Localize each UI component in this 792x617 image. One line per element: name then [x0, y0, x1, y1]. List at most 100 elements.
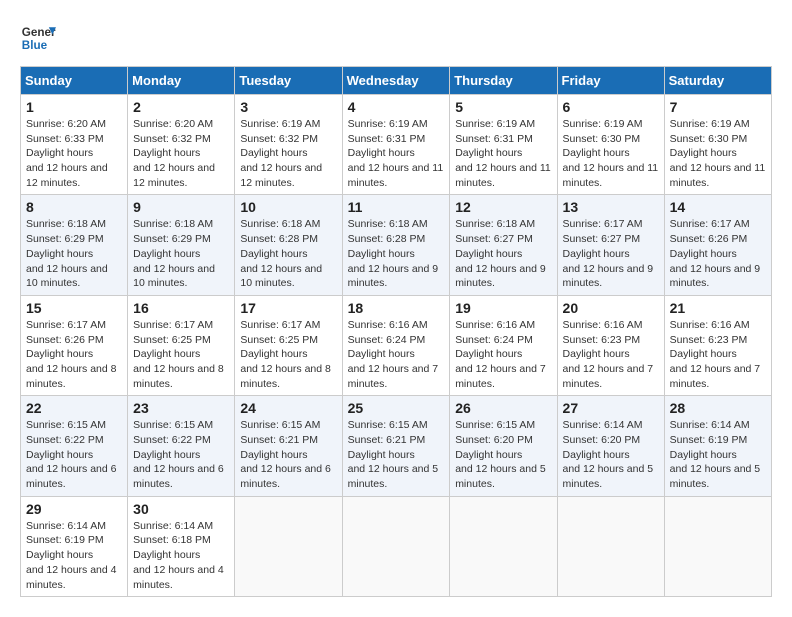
day-header: Monday [128, 67, 235, 95]
day-info: Sunrise: 6:15 AMSunset: 6:22 PMDaylight … [26, 419, 117, 490]
day-number: 30 [133, 501, 229, 517]
calendar-cell: 7 Sunrise: 6:19 AMSunset: 6:30 PMDayligh… [664, 95, 771, 195]
day-number: 3 [240, 99, 336, 115]
day-info: Sunrise: 6:18 AMSunset: 6:29 PMDaylight … [26, 218, 108, 289]
day-info: Sunrise: 6:14 AMSunset: 6:19 PMDaylight … [26, 520, 117, 591]
day-number: 10 [240, 199, 336, 215]
day-info: Sunrise: 6:18 AMSunset: 6:29 PMDaylight … [133, 218, 215, 289]
day-number: 12 [455, 199, 551, 215]
day-info: Sunrise: 6:15 AMSunset: 6:20 PMDaylight … [455, 419, 546, 490]
day-number: 19 [455, 300, 551, 316]
day-number: 25 [348, 400, 445, 416]
day-info: Sunrise: 6:15 AMSunset: 6:22 PMDaylight … [133, 419, 224, 490]
day-info: Sunrise: 6:16 AMSunset: 6:23 PMDaylight … [563, 319, 654, 390]
calendar-cell: 9 Sunrise: 6:18 AMSunset: 6:29 PMDayligh… [128, 195, 235, 295]
day-number: 20 [563, 300, 659, 316]
calendar-cell [235, 496, 342, 596]
day-info: Sunrise: 6:19 AMSunset: 6:31 PMDaylight … [455, 118, 551, 189]
day-header: Saturday [664, 67, 771, 95]
calendar-cell: 19 Sunrise: 6:16 AMSunset: 6:24 PMDaylig… [450, 295, 557, 395]
calendar-cell: 21 Sunrise: 6:16 AMSunset: 6:23 PMDaylig… [664, 295, 771, 395]
day-info: Sunrise: 6:19 AMSunset: 6:30 PMDaylight … [563, 118, 659, 189]
calendar-cell: 20 Sunrise: 6:16 AMSunset: 6:23 PMDaylig… [557, 295, 664, 395]
calendar-cell [664, 496, 771, 596]
calendar-cell: 16 Sunrise: 6:17 AMSunset: 6:25 PMDaylig… [128, 295, 235, 395]
day-number: 4 [348, 99, 445, 115]
calendar-cell: 25 Sunrise: 6:15 AMSunset: 6:21 PMDaylig… [342, 396, 450, 496]
calendar-cell: 26 Sunrise: 6:15 AMSunset: 6:20 PMDaylig… [450, 396, 557, 496]
calendar-cell: 4 Sunrise: 6:19 AMSunset: 6:31 PMDayligh… [342, 95, 450, 195]
day-header: Thursday [450, 67, 557, 95]
calendar-cell [557, 496, 664, 596]
day-info: Sunrise: 6:14 AMSunset: 6:18 PMDaylight … [133, 520, 224, 591]
day-number: 28 [670, 400, 766, 416]
calendar-cell: 14 Sunrise: 6:17 AMSunset: 6:26 PMDaylig… [664, 195, 771, 295]
calendar-cell: 30 Sunrise: 6:14 AMSunset: 6:18 PMDaylig… [128, 496, 235, 596]
day-header: Tuesday [235, 67, 342, 95]
calendar-cell: 10 Sunrise: 6:18 AMSunset: 6:28 PMDaylig… [235, 195, 342, 295]
calendar: SundayMondayTuesdayWednesdayThursdayFrid… [20, 66, 772, 597]
day-number: 16 [133, 300, 229, 316]
day-header: Sunday [21, 67, 128, 95]
day-number: 29 [26, 501, 122, 517]
day-number: 15 [26, 300, 122, 316]
logo: General Blue [20, 20, 56, 56]
logo-icon: General Blue [20, 20, 56, 56]
calendar-cell [342, 496, 450, 596]
day-number: 17 [240, 300, 336, 316]
day-header: Wednesday [342, 67, 450, 95]
day-number: 22 [26, 400, 122, 416]
day-info: Sunrise: 6:19 AMSunset: 6:30 PMDaylight … [670, 118, 766, 189]
day-number: 5 [455, 99, 551, 115]
day-number: 14 [670, 199, 766, 215]
day-info: Sunrise: 6:20 AMSunset: 6:33 PMDaylight … [26, 118, 108, 189]
svg-text:Blue: Blue [22, 39, 48, 52]
day-number: 26 [455, 400, 551, 416]
calendar-cell: 22 Sunrise: 6:15 AMSunset: 6:22 PMDaylig… [21, 396, 128, 496]
day-info: Sunrise: 6:17 AMSunset: 6:26 PMDaylight … [26, 319, 117, 390]
calendar-cell: 2 Sunrise: 6:20 AMSunset: 6:32 PMDayligh… [128, 95, 235, 195]
day-info: Sunrise: 6:18 AMSunset: 6:27 PMDaylight … [455, 218, 546, 289]
calendar-cell: 1 Sunrise: 6:20 AMSunset: 6:33 PMDayligh… [21, 95, 128, 195]
day-info: Sunrise: 6:14 AMSunset: 6:20 PMDaylight … [563, 419, 654, 490]
calendar-cell: 12 Sunrise: 6:18 AMSunset: 6:27 PMDaylig… [450, 195, 557, 295]
day-number: 23 [133, 400, 229, 416]
day-info: Sunrise: 6:16 AMSunset: 6:24 PMDaylight … [348, 319, 439, 390]
day-info: Sunrise: 6:17 AMSunset: 6:25 PMDaylight … [133, 319, 224, 390]
calendar-cell: 24 Sunrise: 6:15 AMSunset: 6:21 PMDaylig… [235, 396, 342, 496]
calendar-cell: 18 Sunrise: 6:16 AMSunset: 6:24 PMDaylig… [342, 295, 450, 395]
day-number: 21 [670, 300, 766, 316]
calendar-cell: 23 Sunrise: 6:15 AMSunset: 6:22 PMDaylig… [128, 396, 235, 496]
calendar-cell: 13 Sunrise: 6:17 AMSunset: 6:27 PMDaylig… [557, 195, 664, 295]
day-number: 2 [133, 99, 229, 115]
calendar-cell [450, 496, 557, 596]
day-number: 9 [133, 199, 229, 215]
day-number: 27 [563, 400, 659, 416]
day-info: Sunrise: 6:17 AMSunset: 6:25 PMDaylight … [240, 319, 331, 390]
calendar-cell: 29 Sunrise: 6:14 AMSunset: 6:19 PMDaylig… [21, 496, 128, 596]
calendar-cell: 8 Sunrise: 6:18 AMSunset: 6:29 PMDayligh… [21, 195, 128, 295]
day-info: Sunrise: 6:17 AMSunset: 6:26 PMDaylight … [670, 218, 761, 289]
day-info: Sunrise: 6:20 AMSunset: 6:32 PMDaylight … [133, 118, 215, 189]
calendar-cell: 28 Sunrise: 6:14 AMSunset: 6:19 PMDaylig… [664, 396, 771, 496]
day-number: 7 [670, 99, 766, 115]
day-info: Sunrise: 6:18 AMSunset: 6:28 PMDaylight … [348, 218, 439, 289]
calendar-cell: 27 Sunrise: 6:14 AMSunset: 6:20 PMDaylig… [557, 396, 664, 496]
day-number: 13 [563, 199, 659, 215]
day-info: Sunrise: 6:15 AMSunset: 6:21 PMDaylight … [240, 419, 331, 490]
calendar-cell: 3 Sunrise: 6:19 AMSunset: 6:32 PMDayligh… [235, 95, 342, 195]
day-header: Friday [557, 67, 664, 95]
day-info: Sunrise: 6:19 AMSunset: 6:32 PMDaylight … [240, 118, 322, 189]
day-info: Sunrise: 6:18 AMSunset: 6:28 PMDaylight … [240, 218, 322, 289]
day-info: Sunrise: 6:17 AMSunset: 6:27 PMDaylight … [563, 218, 654, 289]
calendar-cell: 15 Sunrise: 6:17 AMSunset: 6:26 PMDaylig… [21, 295, 128, 395]
day-number: 18 [348, 300, 445, 316]
day-info: Sunrise: 6:14 AMSunset: 6:19 PMDaylight … [670, 419, 761, 490]
day-number: 6 [563, 99, 659, 115]
day-number: 1 [26, 99, 122, 115]
day-number: 8 [26, 199, 122, 215]
day-info: Sunrise: 6:19 AMSunset: 6:31 PMDaylight … [348, 118, 444, 189]
calendar-cell: 6 Sunrise: 6:19 AMSunset: 6:30 PMDayligh… [557, 95, 664, 195]
day-info: Sunrise: 6:16 AMSunset: 6:24 PMDaylight … [455, 319, 546, 390]
calendar-cell: 11 Sunrise: 6:18 AMSunset: 6:28 PMDaylig… [342, 195, 450, 295]
